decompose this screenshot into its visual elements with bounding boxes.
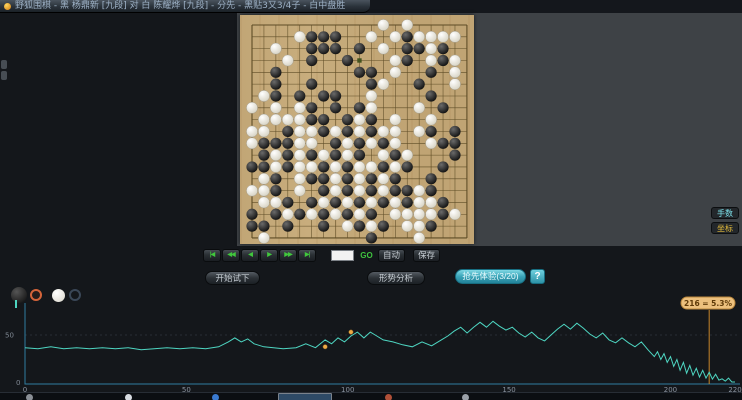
app-icon	[4, 3, 11, 10]
taskbar-icon[interactable]	[212, 394, 219, 400]
taskbar-icon[interactable]	[26, 394, 33, 400]
help-button[interactable]: ?	[530, 269, 545, 284]
window-title: 野狐围棋 - 黑 杨鼎新 [九段] 对 白 陈耀烨 [九段] - 分先 - 黑贴…	[15, 1, 346, 11]
forward-button[interactable]: ▶	[260, 249, 278, 262]
go-button[interactable]: GO	[358, 249, 375, 262]
go-board[interactable]	[240, 15, 474, 244]
app-window: 野狐围棋 - 黑 杨鼎新 [九段] 对 白 陈耀烨 [九段] - 分先 - 黑贴…	[0, 0, 742, 400]
back-button[interactable]: ◀	[241, 249, 259, 262]
svg-text:0: 0	[16, 379, 20, 387]
dock-handle[interactable]	[1, 71, 7, 80]
last-move-button[interactable]: ▶|	[298, 249, 316, 262]
dock-handle[interactable]	[1, 60, 7, 69]
ai-analysis-button[interactable]: 抢先体验(3/20)	[455, 269, 526, 284]
coordinates-toggle[interactable]: 坐标	[711, 222, 739, 234]
move-number-input[interactable]	[331, 250, 354, 261]
fast-forward-button[interactable]: ▶▶	[279, 249, 297, 262]
svg-text:50: 50	[5, 332, 14, 340]
winrate-graph[interactable]: 50 0 0 50 100 150 200 220 216 = 5.3%	[0, 295, 742, 395]
taskbar-icon[interactable]	[462, 394, 469, 400]
svg-text:216 = 5.3%: 216 = 5.3%	[684, 299, 732, 308]
situation-judge-button[interactable]: 形势分析	[367, 271, 425, 285]
first-move-button[interactable]: |◀	[203, 249, 221, 262]
move-numbers-toggle[interactable]: 手数	[711, 207, 739, 219]
go-board-canvas	[246, 19, 468, 244]
auto-play-button[interactable]: 自动	[378, 249, 405, 262]
taskbar-icon[interactable]	[125, 394, 132, 400]
titlebar[interactable]: 野狐围棋 - 黑 杨鼎新 [九段] 对 白 陈耀烨 [九段] - 分先 - 黑贴…	[0, 0, 370, 13]
taskbar-icon[interactable]	[385, 394, 392, 400]
winrate-graph-canvas: 5000 50 100 150 200 220216 = 5.3%	[5, 296, 742, 394]
save-button[interactable]: 保存	[413, 249, 440, 262]
taskbar-window-preview[interactable]	[278, 393, 332, 400]
taskbar	[0, 392, 742, 400]
start-trial-button[interactable]: 开始试下	[205, 271, 260, 285]
rewind-button[interactable]: ◀◀	[222, 249, 240, 262]
